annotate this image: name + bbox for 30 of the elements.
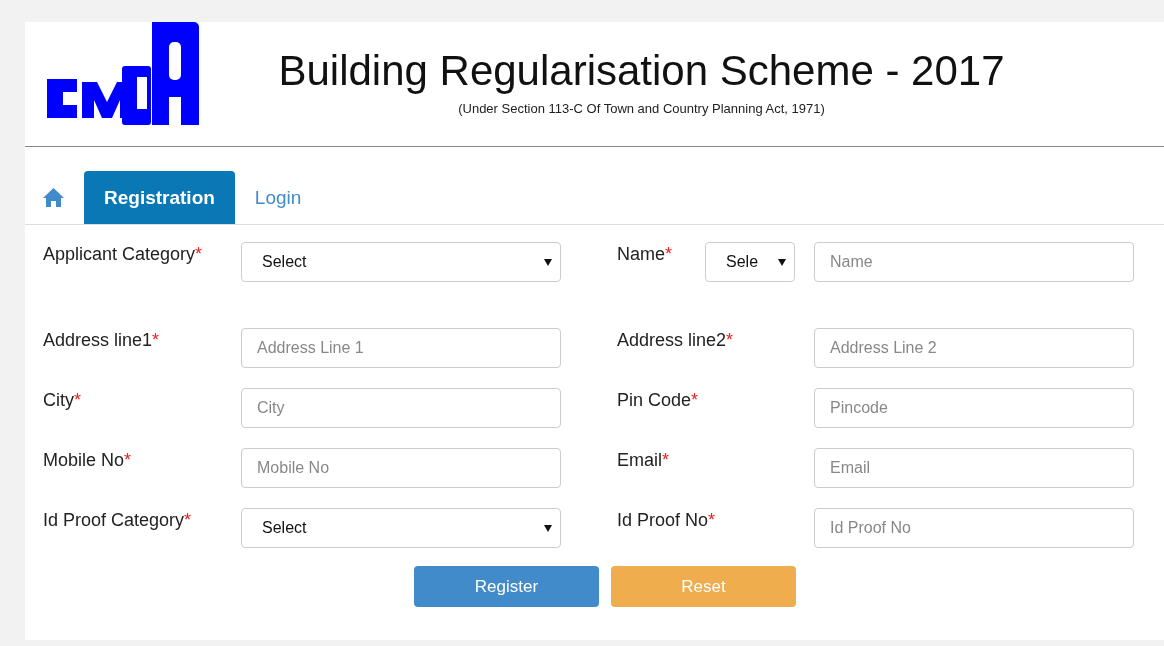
- field-label: City*: [43, 389, 82, 411]
- register-button[interactable]: Register: [414, 566, 599, 607]
- field-label: Pin Code*: [617, 389, 700, 411]
- field-label: Applicant Category*: [43, 243, 204, 265]
- input-field[interactable]: Address Line 2: [814, 328, 1134, 368]
- page-title: Building Regularisation Scheme - 2017: [278, 46, 1005, 96]
- input-field[interactable]: Id Proof No: [814, 508, 1134, 548]
- home-icon: [43, 188, 64, 207]
- field-label: Id Proof Category*: [43, 509, 193, 531]
- input-field[interactable]: City: [241, 388, 561, 428]
- input-field[interactable]: Pincode: [814, 388, 1134, 428]
- caret-icon: [544, 524, 552, 532]
- input-field[interactable]: Address Line 1: [241, 328, 561, 368]
- caret-icon: [544, 258, 552, 266]
- input-field[interactable]: Name: [814, 242, 1134, 282]
- input-field[interactable]: Mobile No: [241, 448, 561, 488]
- page-subtitle: (Under Section 113-C Of Town and Country Planning Act, 1971): [458, 101, 825, 116]
- select-field[interactable]: Sele: [705, 242, 795, 282]
- field-label: Name*: [617, 243, 674, 265]
- input-field[interactable]: Email: [814, 448, 1134, 488]
- field-label: Mobile No*: [43, 449, 133, 471]
- field-label: Address line2*: [617, 329, 735, 351]
- field-label: Id Proof No*: [617, 509, 717, 531]
- field-label: Email*: [617, 449, 671, 471]
- field-label: Address line1*: [43, 329, 161, 351]
- nav-tab[interactable]: Login: [234, 171, 322, 224]
- nav-tab[interactable]: Registration: [84, 171, 235, 224]
- select-field[interactable]: Select: [241, 508, 561, 548]
- select-field[interactable]: Select: [241, 242, 561, 282]
- caret-icon: [778, 258, 786, 266]
